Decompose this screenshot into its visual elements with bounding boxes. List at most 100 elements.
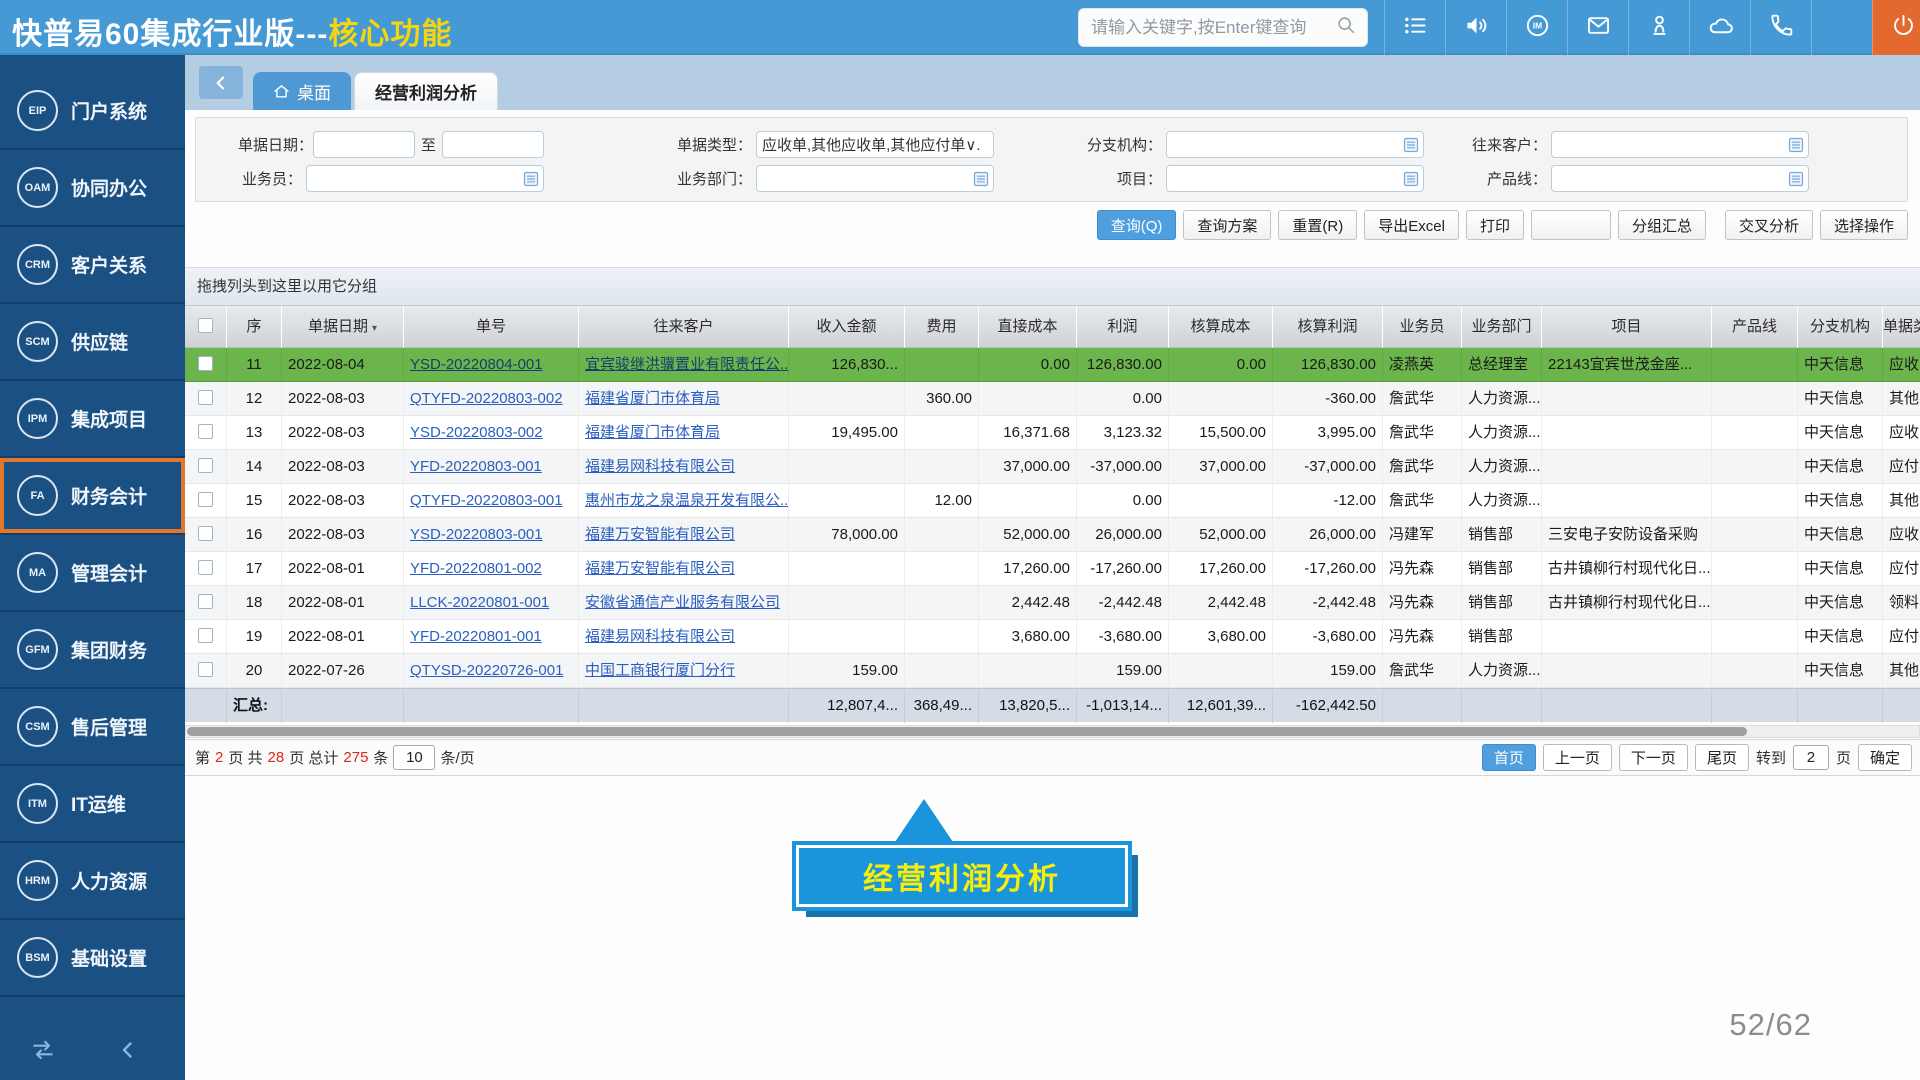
lookup-grid-icon[interactable] [1788,137,1804,157]
swap-icon[interactable] [0,1037,85,1063]
row-checkbox[interactable] [198,424,213,439]
column-header-income[interactable]: 收入金额 [789,306,905,348]
doc-number-link[interactable]: QTYFD-20220803-002 [410,390,563,407]
toolbar-blank-button[interactable] [1531,210,1611,240]
table-row[interactable]: 162022-08-03YSD-20220803-001福建万安智能有限公司78… [185,518,1920,552]
业务员-input[interactable] [306,165,544,192]
toolbar-button-交叉分析[interactable]: 交叉分析 [1725,210,1813,240]
phone-button[interactable] [1750,0,1811,55]
column-header-fee[interactable]: 费用 [905,306,979,348]
select-all-checkbox[interactable] [198,318,213,333]
column-header-profit[interactable]: 利润 [1077,306,1169,348]
doc-number-link[interactable]: YSD-20220803-002 [410,424,543,441]
customer-link[interactable]: 福建万安智能有限公司 [585,560,735,577]
row-checkbox[interactable] [198,560,213,575]
column-header-doc_type[interactable]: 单据类型 [1883,306,1920,348]
goto-confirm-button[interactable]: 确定 [1858,744,1912,771]
customer-link[interactable]: 安徽省通信产业服务有限公司 [585,594,780,611]
column-header-doc_no[interactable]: 单号 [404,306,579,348]
table-row[interactable]: 192022-08-01YFD-20220801-001福建易网科技有限公司3,… [185,620,1920,654]
tab-profit-analysis[interactable]: 经营利润分析 [354,72,498,110]
toolbar-button-查询(Q)[interactable]: 查询(Q) [1097,210,1177,240]
单据类型-input[interactable]: 应收单,其他应收单,其他应付单∨. [756,131,994,158]
customer-link[interactable]: 福建省厦门市体育局 [585,424,720,441]
power-button[interactable] [1872,0,1920,55]
sidebar-item-crm[interactable]: CRM客户关系 [0,227,185,304]
sidebar-item-fa[interactable]: FA财务会计 [0,458,185,535]
customer-link[interactable]: 福建万安智能有限公司 [585,526,735,543]
customer-link[interactable]: 宜宾骏继洪骥置业有限责任公... [585,356,789,373]
column-header-branch[interactable]: 分支机构 [1798,306,1883,348]
sidebar-item-csm[interactable]: CSM售后管理 [0,689,185,766]
topbar-blank-cell[interactable] [1811,0,1872,55]
产品线-input[interactable] [1551,165,1809,192]
lookup-grid-icon[interactable] [1403,171,1419,191]
search-input[interactable] [1079,18,1335,38]
sidebar-item-eip[interactable]: EIP门户系统 [0,73,185,150]
cloud-button[interactable] [1689,0,1750,55]
menu-list-button[interactable] [1384,0,1445,55]
doc-number-link[interactable]: YSD-20220803-001 [410,526,543,543]
table-row[interactable]: 182022-08-01LLCK-20220801-001安徽省通信产业服务有限… [185,586,1920,620]
column-header-calc_cost[interactable]: 核算成本 [1169,306,1273,348]
toolbar-button-查询方案[interactable]: 查询方案 [1183,210,1271,240]
row-checkbox[interactable] [198,492,213,507]
customer-link[interactable]: 福建易网科技有限公司 [585,458,735,475]
lookup-grid-icon[interactable] [523,171,539,191]
lookup-grid-icon[interactable] [1403,137,1419,157]
tab-desktop[interactable]: 桌面 [253,72,351,110]
row-checkbox[interactable] [198,526,213,541]
page-button-首页[interactable]: 首页 [1482,744,1536,771]
table-row[interactable]: 132022-08-03YSD-20220803-002福建省厦门市体育局19,… [185,416,1920,450]
column-header-salesman[interactable]: 业务员 [1383,306,1462,348]
column-header-direct_cost[interactable]: 直接成本 [979,306,1077,348]
doc-number-link[interactable]: YFD-20220803-001 [410,458,542,475]
row-checkbox[interactable] [198,356,213,371]
page-size-input[interactable] [393,745,435,770]
column-header-project[interactable]: 项目 [1542,306,1712,348]
search-icon[interactable] [1335,14,1357,41]
toolbar-button-打印[interactable]: 打印 [1466,210,1524,240]
page-button-上一页[interactable]: 上一页 [1543,744,1612,771]
doc-number-link[interactable]: YSD-20220804-001 [410,356,543,373]
table-row[interactable]: 202022-07-26QTYSD-20220726-001中国工商银行厦门分行… [185,654,1920,688]
date-to-input[interactable] [442,131,544,158]
往来客户-input[interactable] [1551,131,1809,158]
column-header-date[interactable]: 单据日期▾ [282,306,404,348]
table-row[interactable]: 122022-08-03QTYFD-20220803-002福建省厦门市体育局3… [185,382,1920,416]
page-button-下一页[interactable]: 下一页 [1619,744,1688,771]
scrollbar-thumb[interactable] [187,727,1747,736]
back-button[interactable] [199,66,243,99]
mail-button[interactable] [1567,0,1628,55]
lookup-grid-icon[interactable] [973,171,989,191]
doc-number-link[interactable]: LLCK-20220801-001 [410,594,549,611]
doc-number-link[interactable]: QTYSD-20220726-001 [410,662,563,679]
row-checkbox[interactable] [198,594,213,609]
doc-number-link[interactable]: YFD-20220801-002 [410,560,542,577]
column-header-seq[interactable]: 序 [227,306,282,348]
column-header-customer[interactable]: 往来客户 [579,306,789,348]
customer-link[interactable]: 中国工商银行厦门分行 [585,662,735,679]
doc-number-link[interactable]: QTYFD-20220803-001 [410,492,563,509]
toolbar-button-重置(R)[interactable]: 重置(R) [1278,210,1357,240]
column-header-product_line[interactable]: 产品线 [1712,306,1798,348]
customer-link[interactable]: 福建省厦门市体育局 [585,390,720,407]
customer-link[interactable]: 惠州市龙之泉温泉开发有限公... [585,492,789,509]
row-checkbox[interactable] [198,662,213,677]
date-from-input[interactable] [313,131,415,158]
column-header-calc_profit[interactable]: 核算利润 [1273,306,1383,348]
table-row[interactable]: 152022-08-03QTYFD-20220803-001惠州市龙之泉温泉开发… [185,484,1920,518]
sidebar-item-bsm[interactable]: BSM基础设置 [0,920,185,997]
table-row[interactable]: 142022-08-03YFD-20220803-001福建易网科技有限公司37… [185,450,1920,484]
goto-page-input[interactable] [1793,745,1829,770]
row-checkbox[interactable] [198,390,213,405]
user-button[interactable] [1628,0,1689,55]
speaker-button[interactable] [1445,0,1506,55]
toolbar-button-分组汇总[interactable]: 分组汇总 [1618,210,1706,240]
toolbar-button-选择操作[interactable]: 选择操作 [1820,210,1908,240]
sidebar-item-itm[interactable]: ITMIT运维 [0,766,185,843]
im-button[interactable]: IM [1506,0,1567,55]
sidebar-item-hrm[interactable]: HRM人力资源 [0,843,185,920]
sidebar-item-gfm[interactable]: GFM集团财务 [0,612,185,689]
group-by-dropzone[interactable]: 拖拽列头到这里以用它分组 [185,267,1920,306]
